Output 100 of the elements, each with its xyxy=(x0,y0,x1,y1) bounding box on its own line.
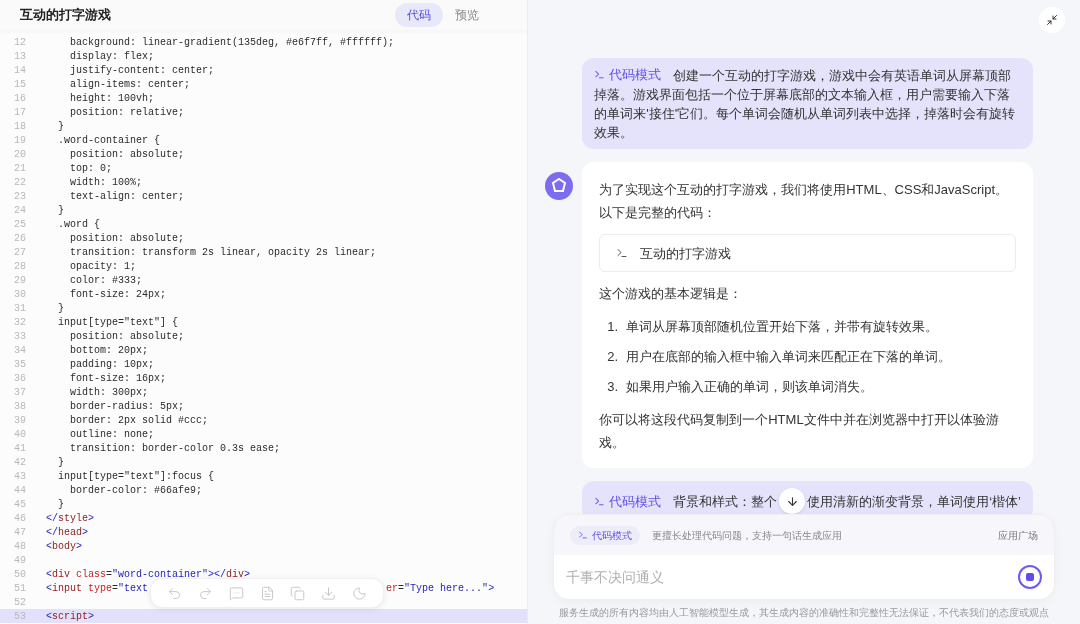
line-number: 13 xyxy=(13,49,26,64)
line-number: 51 xyxy=(13,581,26,596)
line-number: 45 xyxy=(13,497,26,512)
moon-icon[interactable] xyxy=(352,585,368,601)
app-plaza-link[interactable]: 应用广场 xyxy=(998,527,1038,543)
line-number: 42 xyxy=(13,455,26,470)
message-text: 使用清新的渐变背景，单词使用‘楷体’ xyxy=(807,492,1021,511)
code-card[interactable]: 互动的打字游戏 xyxy=(599,234,1016,272)
code-line: input[type="text"] { xyxy=(57,315,179,330)
code-line: position: relative; xyxy=(69,105,185,120)
code-line: </head> xyxy=(46,525,89,540)
code-line: position: absolute; xyxy=(69,329,185,344)
line-number: 47 xyxy=(13,525,26,540)
line-number: 49 xyxy=(13,553,26,568)
message-text: 背景和样式：整个 xyxy=(673,492,778,511)
code-line: } xyxy=(57,301,64,316)
collapse-button[interactable] xyxy=(1039,7,1065,33)
line-number: 26 xyxy=(13,231,26,246)
panel-title: 互动的打字游戏 xyxy=(20,6,111,25)
line-number: 43 xyxy=(13,469,26,484)
line-number: 14 xyxy=(13,63,26,78)
stop-button[interactable] xyxy=(1018,565,1042,589)
line-number: 24 xyxy=(13,203,26,218)
comment-icon[interactable] xyxy=(228,585,244,601)
terminal-icon xyxy=(594,495,606,507)
line-number: 35 xyxy=(13,357,26,372)
line-number: 50 xyxy=(13,567,26,582)
line-number: 19 xyxy=(13,133,26,148)
code-line: width: 100%; xyxy=(69,175,142,190)
line-number: 25 xyxy=(13,217,26,232)
code-line: font-size: 16px; xyxy=(69,371,167,386)
code-line: <div class="word-container"></div> xyxy=(46,567,251,582)
line-number: 40 xyxy=(13,427,26,442)
redo-icon[interactable] xyxy=(197,585,213,601)
code-line: border-color: #66afe9; xyxy=(69,483,203,498)
code-line: } xyxy=(57,455,64,470)
answer-paragraph: 这个游戏的基本逻辑是： xyxy=(599,285,744,303)
code-line: <body> xyxy=(46,539,83,554)
code-line: display: flex; xyxy=(69,49,155,64)
code-line: } xyxy=(57,203,64,218)
terminal-icon xyxy=(616,247,629,259)
code-line: border-radius: 5px; xyxy=(69,399,185,414)
code-line: top: 0; xyxy=(69,161,112,176)
code-line: .word-container { xyxy=(57,133,161,148)
scroll-down-button[interactable] xyxy=(779,488,806,514)
line-number: 33 xyxy=(13,329,26,344)
code-line: input[type="text"]:focus { xyxy=(57,469,215,484)
line-number: 21 xyxy=(13,161,26,176)
line-number: 41 xyxy=(13,441,26,456)
answer-paragraph: 为了实现这个互动的打字游戏，我们将使用HTML、CSS和JavaScript。以下是完整的代码： xyxy=(599,181,1010,222)
line-number: 48 xyxy=(13,539,26,554)
message-text: 代码模式 创建一个互动的打字游戏，游戏中会有英语单词从屏幕顶部掉落。游戏界面包括一个位于屏幕底部的文本输入框，用户需要输入下落的单词来'接住'它们。每个单词会随机从单词列表中选择，掉落时会有旋转效果。 xyxy=(594,65,1017,142)
code-line: justify-content: center; xyxy=(69,63,215,78)
line-number: 15 xyxy=(13,77,26,92)
line-number: 53 xyxy=(13,609,26,624)
line-number: 17 xyxy=(13,105,26,120)
view-tab[interactable]: 代码 xyxy=(395,3,444,27)
line-number: 27 xyxy=(13,245,26,260)
collapse-icon xyxy=(1046,14,1058,26)
list-item: 如果用户输入正确的单词，则该单词消失。 xyxy=(626,378,874,396)
prompt-field[interactable]: 千事不决问通义 xyxy=(554,555,1054,599)
code-line: position: absolute; xyxy=(69,231,185,246)
line-number: 36 xyxy=(13,371,26,386)
code-line: height: 100vh; xyxy=(69,91,155,106)
code-line: position: absolute; xyxy=(69,147,185,162)
arrow-down-icon xyxy=(785,494,799,508)
list-number: 3. xyxy=(607,378,619,396)
list-item: 用户在底部的输入框中输入单词来匹配正在下落的单词。 xyxy=(626,348,952,366)
code-line: width: 300px; xyxy=(69,385,149,400)
assistant-avatar xyxy=(545,172,574,200)
download-icon[interactable] xyxy=(321,585,337,601)
undo-icon[interactable] xyxy=(167,585,182,601)
code-line: } xyxy=(57,119,64,134)
terminal-icon xyxy=(578,530,589,540)
code-line: align-items: center; xyxy=(69,77,191,92)
document-icon[interactable] xyxy=(259,585,275,601)
line-number: 31 xyxy=(13,301,26,316)
line-number: 20 xyxy=(13,147,26,162)
answer-paragraph: 你可以将这段代码复制到一个HTML文件中并在浏览器中打开以体验游戏。 xyxy=(599,411,1000,452)
code-line: transition: transform 2s linear, opacity 2s linear; xyxy=(69,245,377,260)
code-line: opacity: 1; xyxy=(69,259,136,274)
mode-label: 代码模式 xyxy=(609,66,662,84)
line-number: 16 xyxy=(13,91,26,106)
line-number: 28 xyxy=(13,259,26,274)
line-number: 46 xyxy=(13,511,26,526)
list-number: 2. xyxy=(607,348,619,366)
prompt-input[interactable]: 千事不决问通义 xyxy=(566,566,1018,588)
line-number: 32 xyxy=(13,315,26,330)
code-line: <input type="text xyxy=(46,581,149,596)
code-line: outline: none; xyxy=(69,427,155,442)
line-number: 12 xyxy=(13,35,26,50)
view-tab[interactable]: 预览 xyxy=(447,3,488,27)
code-line: .word { xyxy=(57,217,100,232)
line-number: 22 xyxy=(13,175,26,190)
copy-icon[interactable] xyxy=(290,585,306,601)
line-number: 29 xyxy=(13,273,26,288)
line-number: 23 xyxy=(13,189,26,204)
code-line: font-size: 24px; xyxy=(69,287,167,302)
mode-hint: 更擅长处理代码问题，支持一句话生成应用 xyxy=(652,528,843,543)
code-line: padding: 10px; xyxy=(69,357,155,372)
